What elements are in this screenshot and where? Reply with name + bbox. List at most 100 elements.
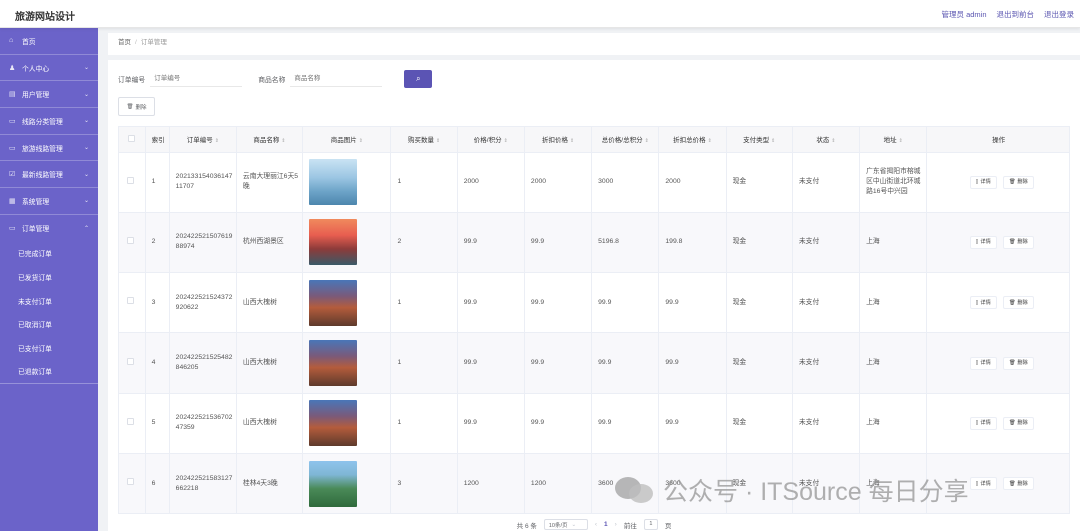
col-qty[interactable]: 购买数量 ⇕	[390, 127, 458, 153]
delete-button[interactable]: 🗑 删除	[1002, 356, 1034, 370]
row-checkbox[interactable]	[127, 176, 134, 184]
delete-button[interactable]: 🗑 删除	[1002, 175, 1034, 189]
table-row: 5 20242252153670247359 山西大槐树 1 99.9 99.9…	[119, 393, 1069, 454]
cell-pay-type: 现金	[726, 332, 793, 394]
page-number[interactable]: 1	[604, 521, 608, 528]
sidebar-subitem-cancelled[interactable]: 已取消订单	[0, 313, 98, 337]
sidebar-item-system[interactable]: ▦ 系统管理 ⌄	[0, 188, 98, 215]
sidebar-item-new-routes[interactable]: ☑ 最新线路管理 ⌄	[0, 161, 98, 189]
row-checkbox-cell[interactable]	[119, 453, 146, 513]
delete-button[interactable]: 🗑 删除	[1002, 296, 1034, 310]
detail-button[interactable]: ▯ 详情	[969, 296, 997, 310]
row-checkbox-cell[interactable]	[119, 393, 146, 454]
row-checkbox-cell[interactable]	[119, 152, 146, 213]
top-right-links: 管理员 admin 退出到前台 退出登录	[941, 9, 1074, 20]
sidebar-item-orders[interactable]: ▭ 订单管理 ⌃	[0, 215, 98, 242]
sidebar-subitem-unpaid[interactable]: 未支付订单	[0, 289, 98, 313]
row-checkbox-cell[interactable]	[119, 332, 146, 394]
col-order-no[interactable]: 订单编号 ⇕	[169, 127, 237, 153]
row-checkbox-cell[interactable]	[119, 212, 146, 274]
detail-button[interactable]: ▯ 详情	[969, 175, 997, 189]
select-all-checkbox[interactable]	[128, 134, 136, 142]
sidebar-item-route-category[interactable]: ▭ 线路分类管理 ⌄	[0, 108, 98, 135]
sidebar-subitem-shipped[interactable]: 已发货订单	[0, 265, 98, 289]
cell-price: 99.9	[457, 393, 525, 454]
sort-icon[interactable]: ⇕	[504, 138, 508, 144]
cell-image	[302, 453, 392, 513]
sort-icon[interactable]: ⇕	[570, 138, 574, 144]
pagination: 共 6 条 10条/页 ⌄ ‹ 1 › 前往 1 页	[108, 518, 1080, 531]
sort-icon[interactable]: ⇕	[771, 138, 775, 144]
col-discount[interactable]: 折扣价格 ⇕	[524, 127, 593, 153]
trash-icon: 🗑	[1008, 239, 1016, 246]
detail-button[interactable]: ▯ 详情	[969, 477, 997, 491]
detail-button[interactable]: ▯ 详情	[969, 235, 997, 249]
sort-icon[interactable]: ⇕	[831, 138, 835, 144]
front-link[interactable]: 退出到前台	[997, 9, 1035, 20]
row-checkbox[interactable]	[127, 297, 134, 305]
logout-link[interactable]: 退出登录	[1044, 9, 1074, 20]
sidebar-item-profile[interactable]: ♟ 个人中心 ⌄	[0, 55, 98, 82]
detail-button[interactable]: ▯ 详情	[969, 356, 997, 370]
cell-total: 99.9	[591, 272, 660, 334]
col-product[interactable]: 商品名称 ⇕	[236, 127, 304, 153]
next-page-icon[interactable]: ›	[615, 521, 617, 528]
watermark: 公众号 · ITSource 每日分享	[615, 472, 969, 508]
page-size-select[interactable]: 10条/页 ⌄	[543, 519, 588, 530]
sidebar-subitem-refunded[interactable]: 已退款订单	[0, 360, 98, 384]
row-checkbox[interactable]	[127, 236, 134, 244]
home-icon: ⌂	[9, 37, 14, 45]
delete-button[interactable]: 🗑 删除	[1002, 235, 1034, 249]
prev-page-icon[interactable]: ‹	[595, 521, 597, 528]
row-checkbox[interactable]	[127, 478, 134, 486]
sidebar-subitem-completed[interactable]: 已完成订单	[0, 242, 98, 266]
detail-button[interactable]: ▯ 详情	[969, 416, 997, 430]
goto-input[interactable]: 1	[643, 519, 658, 530]
breadcrumb-home[interactable]: 首页	[118, 39, 131, 46]
order-icon: ▭	[9, 225, 16, 233]
batch-delete-button[interactable]: 🗑 删除	[118, 97, 155, 116]
breadcrumb-current: 订单管理	[140, 39, 167, 46]
sort-icon[interactable]: ⇕	[899, 138, 903, 144]
sort-icon[interactable]: ⇕	[359, 138, 363, 144]
sidebar-item-routes[interactable]: ▭ 旅游线路管理 ⌄	[0, 135, 98, 162]
sort-icon[interactable]: ⇕	[645, 138, 649, 144]
delete-button[interactable]: 🗑 删除	[1002, 416, 1034, 430]
col-pay-type[interactable]: 支付类型 ⇕	[726, 127, 793, 153]
col-status[interactable]: 状态 ⇕	[792, 127, 861, 153]
row-checkbox[interactable]	[127, 357, 134, 365]
sidebar-item-users[interactable]: ▤ 用户管理 ⌄	[0, 81, 98, 109]
cell-product: 云南大理丽江6天5晚	[236, 152, 304, 213]
cell-qty: 1	[390, 272, 458, 334]
cell-discount-total: 99.9	[658, 393, 727, 454]
sort-icon[interactable]: ⇕	[436, 138, 440, 144]
cell-price: 2000	[457, 152, 525, 213]
col-total[interactable]: 总价格/总积分 ⇕	[591, 127, 660, 153]
sidebar-item-home[interactable]: ⌂ 首页	[0, 28, 98, 55]
sidebar-subitem-paid[interactable]: 已支付订单	[0, 336, 98, 360]
cell-discount: 99.9	[524, 212, 593, 274]
cell-discount: 99.9	[524, 332, 593, 394]
cell-status: 未支付	[792, 272, 861, 334]
cell-discount-total: 2000	[658, 152, 727, 213]
chevron-down-icon: ⌄	[83, 91, 89, 98]
breadcrumb: 首页 / 订单管理	[108, 33, 1080, 55]
delete-button[interactable]: 🗑 删除	[1002, 477, 1034, 491]
table-row: 1 202133154036147 11707 云南大理丽江6天5晚 1 200…	[119, 152, 1069, 213]
doc-icon: ▯	[975, 299, 979, 306]
sort-icon[interactable]: ⇕	[708, 138, 712, 144]
product-name-input[interactable]	[290, 71, 383, 87]
search-button[interactable]: ⌕	[404, 70, 433, 88]
sort-icon[interactable]: ⇕	[281, 138, 285, 144]
col-image[interactable]: 商品图片 ⇕	[302, 127, 392, 153]
select-all-checkbox-cell[interactable]	[119, 127, 146, 153]
col-price[interactable]: 价格/积分 ⇕	[457, 127, 525, 153]
order-no-input[interactable]	[150, 71, 243, 87]
sort-icon[interactable]: ⇕	[215, 138, 219, 144]
row-checkbox-cell[interactable]	[119, 272, 146, 334]
sidebar-item-label: 旅游线路管理	[22, 145, 63, 153]
row-checkbox[interactable]	[127, 417, 134, 425]
col-address[interactable]: 地址 ⇕	[859, 127, 928, 153]
sidebar-item-label: 订单管理	[22, 226, 50, 234]
col-discount-total[interactable]: 折扣总价格 ⇕	[658, 127, 727, 153]
